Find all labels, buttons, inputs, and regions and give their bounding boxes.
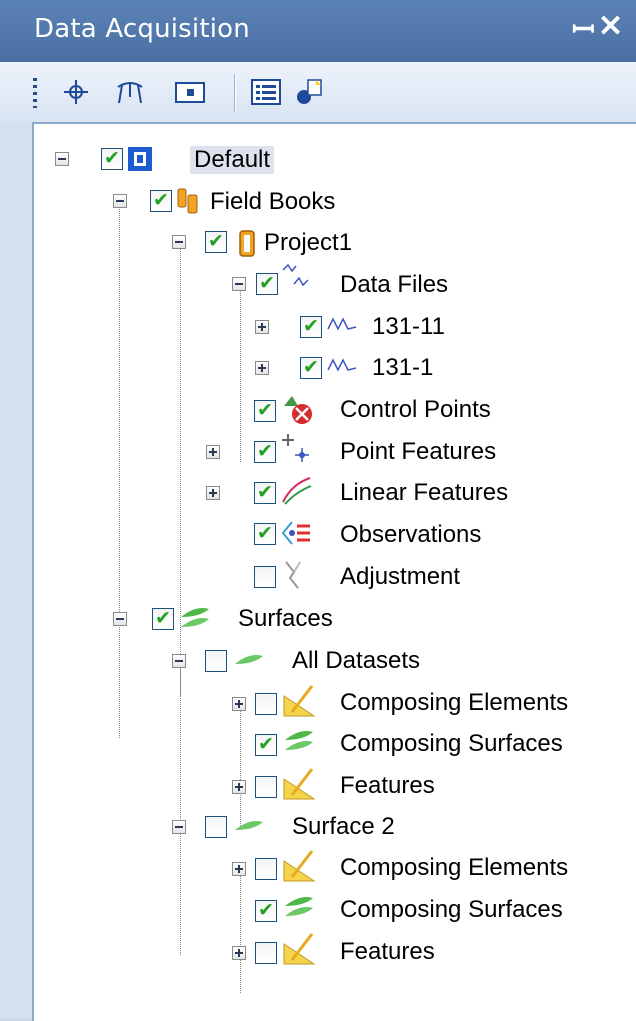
data-acquisition-panel: Data Acquisition ꟷ ✕ Default Fie	[0, 0, 636, 1021]
point-features-icon	[280, 432, 309, 462]
checkbox-s2-composing-elements[interactable]	[255, 858, 277, 880]
composing-elements-icon	[282, 847, 316, 882]
checkbox-all-datasets[interactable]	[205, 650, 227, 672]
survey-tool-icon[interactable]	[114, 76, 146, 108]
field-books-icon	[174, 186, 202, 214]
composing-surfaces-icon	[282, 726, 313, 754]
tree-label-131-11[interactable]: 131-11	[372, 313, 445, 341]
checkbox-linear-features[interactable]	[254, 481, 276, 504]
observations-icon	[280, 518, 310, 546]
collapse-toggle-field-books[interactable]	[113, 194, 127, 208]
checkbox-field-books[interactable]	[150, 189, 172, 212]
checkbox-s2-composing-surfaces[interactable]	[255, 899, 277, 922]
data-files-icon	[280, 262, 309, 290]
collapse-toggle-all-datasets[interactable]	[172, 654, 186, 668]
expand-toggle-linear-features[interactable]	[206, 486, 220, 500]
data-file-icon	[326, 313, 357, 341]
checkbox-surfaces[interactable]	[152, 607, 174, 630]
tree-label-project1[interactable]: Project1	[264, 229, 352, 257]
panel-title: Data Acquisition	[34, 14, 250, 44]
tree-label-field-books[interactable]: Field Books	[210, 188, 335, 216]
tree-connector	[240, 706, 241, 828]
pin-icon[interactable]: ꟷ	[572, 10, 595, 48]
features-icon	[282, 765, 316, 800]
panel-titlebar: Data Acquisition ꟷ ✕	[0, 0, 636, 62]
expand-toggle-point-features[interactable]	[206, 445, 220, 459]
collapse-toggle-surfaces[interactable]	[113, 612, 127, 626]
crosshair-icon[interactable]	[60, 76, 92, 108]
checkbox-ad-composing-surfaces[interactable]	[255, 733, 277, 756]
checkbox-ad-composing-elements[interactable]	[255, 693, 277, 715]
collapse-toggle-surface-2[interactable]	[172, 820, 186, 834]
tree-label-s2-features[interactable]: Features	[340, 938, 435, 966]
tree-connector	[180, 665, 181, 955]
tree-label-ad-features[interactable]: Features	[340, 772, 435, 800]
tree-label-all-datasets[interactable]: All Datasets	[292, 647, 420, 675]
expand-toggle-ad-features[interactable]	[232, 780, 246, 794]
default-icon	[126, 145, 154, 173]
list-icon[interactable]	[250, 76, 282, 108]
surface-icon	[232, 812, 263, 840]
expand-toggle-131-11[interactable]	[255, 320, 269, 334]
collapse-toggle-default[interactable]	[55, 152, 69, 166]
checkbox-131-11[interactable]	[300, 315, 322, 338]
tree-label-point-features[interactable]: Point Features	[340, 438, 496, 466]
add-node-icon[interactable]	[294, 76, 326, 108]
adjustment-icon	[280, 558, 308, 589]
control-points-icon	[280, 392, 312, 424]
composing-elements-icon	[282, 682, 316, 717]
tree-label-surfaces[interactable]: Surfaces	[238, 605, 333, 633]
expand-toggle-ad-composing-elements[interactable]	[232, 697, 246, 711]
collapse-toggle-project1[interactable]	[172, 235, 186, 249]
collapse-toggle-data-files[interactable]	[232, 277, 246, 291]
checkbox-default[interactable]	[101, 147, 123, 170]
expand-toggle-131-1[interactable]	[255, 361, 269, 375]
tree-connector	[240, 871, 241, 993]
tree-label-surface-2[interactable]: Surface 2	[292, 813, 395, 841]
checkbox-observations[interactable]	[254, 522, 276, 545]
checkbox-control-points[interactable]	[254, 399, 276, 422]
data-file-icon	[326, 354, 357, 382]
surface-icon	[232, 646, 263, 674]
checkbox-project1[interactable]	[205, 230, 227, 253]
tree-label-ad-composing-elements[interactable]: Composing Elements	[340, 689, 568, 717]
window-tool-icon[interactable]	[174, 76, 206, 108]
tree-label-observations[interactable]: Observations	[340, 521, 481, 549]
tree-label-131-1[interactable]: 131-1	[372, 354, 433, 382]
checkbox-adjustment[interactable]	[254, 566, 276, 588]
surfaces-icon	[178, 603, 209, 631]
checkbox-data-files[interactable]	[256, 272, 278, 295]
tree-connector	[240, 282, 241, 462]
close-icon[interactable]: ✕	[598, 9, 623, 44]
toolbar-grip[interactable]	[33, 78, 37, 108]
tree-connector	[119, 201, 120, 738]
checkbox-ad-features[interactable]	[255, 776, 277, 798]
project-icon	[232, 228, 260, 257]
toolbar-separator	[234, 74, 236, 112]
tree-label-linear-features[interactable]: Linear Features	[340, 479, 508, 507]
tree-label-ad-composing-surfaces[interactable]: Composing Surfaces	[340, 730, 563, 758]
expand-toggle-s2-features[interactable]	[232, 946, 246, 960]
tree-label-control-points[interactable]: Control Points	[340, 396, 491, 424]
tree-label-default[interactable]: Default	[190, 146, 275, 174]
expand-toggle-s2-composing-elements[interactable]	[232, 862, 246, 876]
tree-label-data-files[interactable]: Data Files	[340, 271, 448, 299]
features-icon	[282, 930, 316, 965]
composing-surfaces-icon	[282, 892, 313, 920]
tree-label-s2-composing-elements[interactable]: Composing Elements	[340, 854, 568, 882]
tree-label-adjustment[interactable]: Adjustment	[340, 563, 460, 591]
checkbox-s2-features[interactable]	[255, 942, 277, 964]
checkbox-point-features[interactable]	[254, 440, 276, 463]
linear-features-icon	[280, 474, 312, 505]
checkbox-131-1[interactable]	[300, 356, 322, 379]
tree-label-s2-composing-surfaces[interactable]: Composing Surfaces	[340, 896, 563, 924]
checkbox-surface-2[interactable]	[205, 816, 227, 838]
